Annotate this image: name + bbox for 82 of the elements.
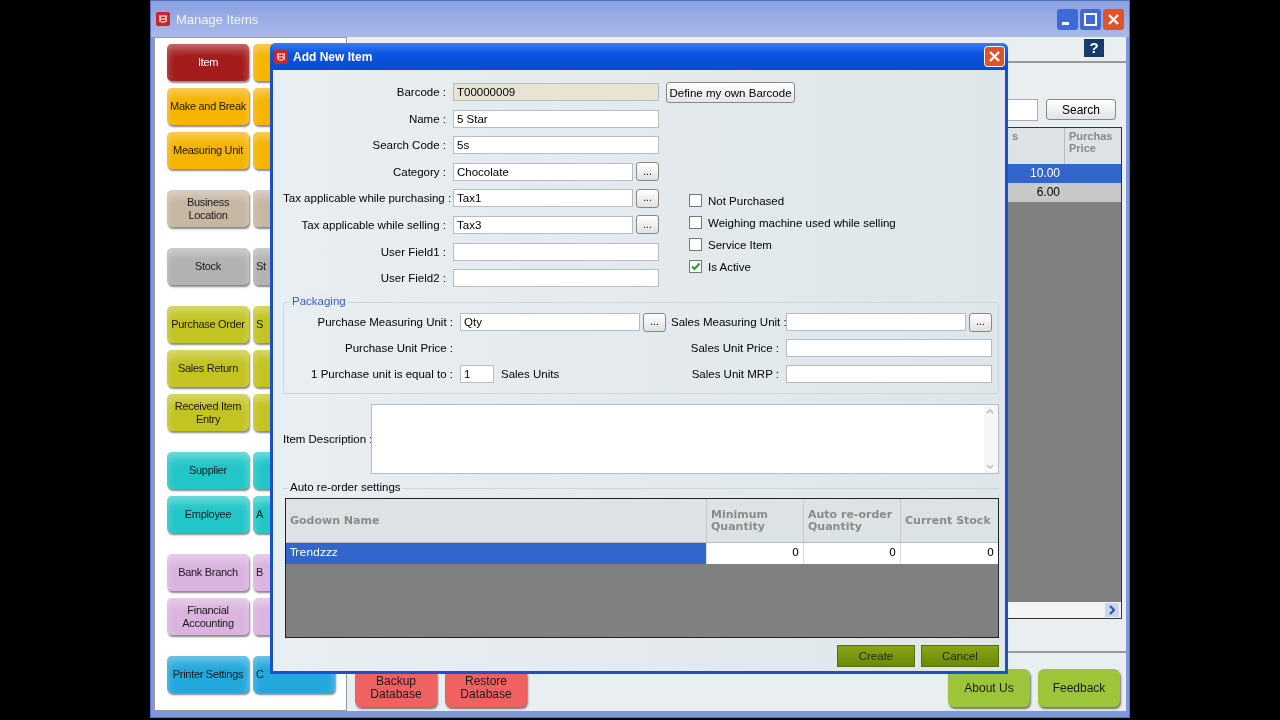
group-title: Auto re-order settings: [288, 481, 403, 494]
barcode-field: T00000009: [453, 83, 659, 101]
sidebar-button[interactable]: Make and Break: [167, 88, 249, 125]
dialog-button[interactable]: Create: [837, 645, 915, 667]
sidebar-button[interactable]: Business Location: [167, 190, 249, 227]
table-cell[interactable]: 0: [706, 543, 803, 565]
sidebar-button[interactable]: Employee: [167, 496, 249, 533]
sidebar-button[interactable]: Sales Return: [167, 350, 249, 387]
input-field[interactable]: [786, 365, 992, 384]
dialog-button[interactable]: Cancel: [921, 645, 999, 667]
browse-button[interactable]: ...: [643, 312, 666, 332]
field-label: Sales Unit Price :: [689, 342, 780, 355]
dialog-title: Add New Item: [293, 49, 373, 64]
field-label: Sales Unit MRP :: [690, 368, 780, 381]
input-field[interactable]: [453, 269, 659, 288]
input-field[interactable]: 5 Star: [453, 109, 659, 128]
search-button[interactable]: Search: [1046, 99, 1116, 120]
maximize-icon[interactable]: [1080, 8, 1101, 30]
input-field[interactable]: [786, 339, 992, 358]
define-barcode-button[interactable]: Define my own Barcode: [666, 82, 795, 103]
field-label: Barcode :: [395, 86, 447, 98]
checkbox[interactable]: [689, 260, 702, 273]
footer-button[interactable]: Feedback: [1038, 669, 1120, 707]
column-header: Godown Name: [289, 512, 381, 529]
close-icon[interactable]: [984, 46, 1005, 67]
sidebar-button[interactable]: Received Item Entry: [167, 394, 249, 431]
input-field[interactable]: Qty: [460, 313, 640, 332]
close-icon[interactable]: [1103, 8, 1124, 30]
browse-button[interactable]: ...: [636, 188, 659, 208]
field-label: Tax applicable while purchasing :: [283, 192, 453, 205]
sidebar-button[interactable]: Supplier: [167, 452, 249, 489]
column-header: Minimum Quantity: [706, 499, 803, 543]
checkbox[interactable]: [689, 194, 702, 207]
field-label: 1 Purchase unit is equal to :: [310, 368, 454, 381]
sidebar-button[interactable]: Printer Settings: [167, 656, 249, 693]
window-title: Manage Items: [176, 11, 259, 27]
input-field[interactable]: Tax1: [453, 189, 633, 208]
input-field[interactable]: [786, 313, 966, 332]
field-label: Item Description :: [283, 433, 371, 446]
scroll-right-icon[interactable]: [1105, 603, 1119, 617]
checkbox[interactable]: [689, 238, 702, 251]
checkbox-label: Weighing machine used while selling: [708, 216, 896, 229]
sidebar-button[interactable]: Stock: [167, 248, 249, 285]
browse-button[interactable]: ...: [636, 215, 659, 235]
unit-label: Sales Units: [501, 368, 560, 381]
checkbox-label: Service Item: [708, 238, 772, 251]
sidebar-button[interactable]: Purchase Order: [167, 306, 249, 343]
help-button[interactable]: ?: [1084, 39, 1104, 57]
checkbox-label: Not Purchased: [708, 194, 785, 207]
sidebar-button[interactable]: Measuring Unit: [167, 132, 249, 169]
sidebar-button[interactable]: Bank Branch: [167, 554, 249, 591]
field-label: Tax applicable while selling :: [300, 218, 447, 231]
field-label: User Field1 :: [379, 245, 447, 258]
input-field[interactable]: 5s: [453, 136, 659, 155]
checkbox-label: Is Active: [708, 260, 751, 273]
input-field[interactable]: Chocolate: [453, 162, 633, 181]
field-label: Search Code :: [371, 139, 447, 152]
table-cell[interactable]: 0: [803, 543, 900, 565]
checkbox[interactable]: [689, 216, 702, 229]
input-field[interactable]: Tax3: [453, 215, 633, 234]
field-label: Name :: [407, 112, 447, 125]
group-title: Packaging: [290, 295, 348, 308]
field-label: Category :: [391, 165, 447, 178]
table-cell: 6.00: [1036, 185, 1060, 199]
column-header: Current Stock: [900, 499, 998, 543]
table-row[interactable]: 10.00: [1007, 164, 1121, 183]
minimize-icon[interactable]: [1057, 8, 1078, 30]
sidebar-button[interactable]: Item: [167, 44, 249, 81]
field-label: User Field2 :: [379, 272, 447, 285]
column-header: Auto re-order Quantity: [803, 499, 900, 543]
field-label: Sales Measuring Unit :: [671, 316, 786, 329]
browse-button[interactable]: ...: [636, 162, 659, 182]
table-cell: 10.00: [1029, 166, 1060, 180]
table-cell[interactable]: 0: [900, 543, 998, 565]
table-row[interactable]: 6.00: [1007, 183, 1121, 202]
field-label: Purchase Unit Price :: [344, 342, 454, 355]
input-field[interactable]: 1: [460, 365, 494, 384]
table-cell[interactable]: Trendzzz: [286, 543, 706, 565]
field-label: Purchase Measuring Unit :: [316, 316, 454, 329]
sidebar-button[interactable]: Financial Accounting: [167, 598, 249, 635]
input-field[interactable]: [453, 242, 659, 261]
browse-button[interactable]: ...: [969, 312, 992, 332]
